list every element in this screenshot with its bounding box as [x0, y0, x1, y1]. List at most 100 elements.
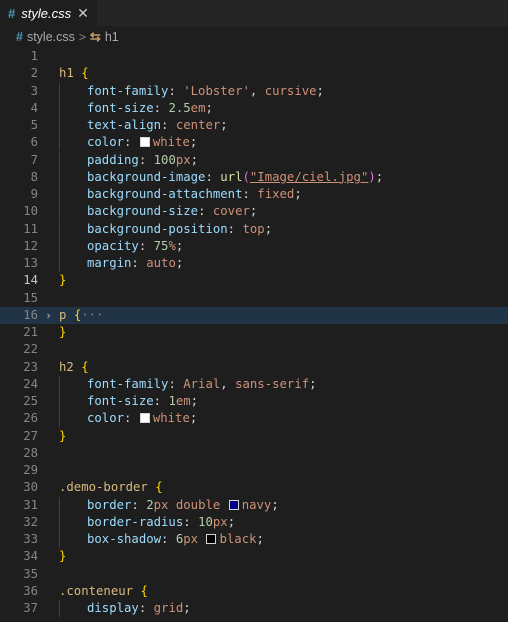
code-text: border-radius: 10px;	[59, 513, 508, 531]
line-number: 28	[23, 445, 38, 460]
code-line[interactable]: 33 box-shadow: 6px black;	[0, 531, 508, 548]
code-line[interactable]: 23 h2 {	[0, 359, 508, 376]
color-swatch[interactable]	[228, 499, 239, 510]
code-line[interactable]: 35	[0, 566, 508, 583]
code-text: }	[59, 325, 67, 339]
code-text: opacity: 75%;	[59, 237, 508, 255]
code-line[interactable]: 14}	[0, 272, 508, 289]
fold-gutter	[38, 497, 59, 514]
fold-gutter	[38, 290, 59, 307]
line-number: 7	[30, 152, 38, 167]
code-line[interactable]: 12 opacity: 75%;	[0, 237, 508, 255]
code-line[interactable]: 1	[0, 48, 508, 65]
line-number: 21	[23, 325, 38, 339]
code-line[interactable]: 4 font-size: 2.5em;	[0, 99, 508, 117]
code-text: .demo-border {	[59, 480, 163, 495]
fold-gutter	[38, 583, 59, 600]
fold-gutter	[38, 324, 59, 341]
fold-gutter	[38, 100, 59, 117]
line-number: 2	[30, 66, 38, 81]
fold-gutter	[38, 65, 59, 82]
fold-gutter	[38, 255, 59, 272]
tab-style-css[interactable]: # style.css ✕	[0, 0, 97, 26]
code-line[interactable]: 25 font-size: 1em;	[0, 393, 508, 410]
line-number: 9	[30, 187, 38, 201]
fold-gutter	[38, 203, 59, 220]
line-number: 34	[23, 549, 38, 564]
line-number: 11	[23, 221, 38, 236]
line-number: 25	[23, 394, 38, 408]
close-icon[interactable]: ✕	[77, 5, 89, 22]
fold-gutter	[38, 272, 59, 289]
code-text: h2 {	[59, 359, 89, 374]
breadcrumb-symbol[interactable]: h1	[105, 30, 119, 44]
chevron-right-icon: >	[78, 30, 86, 44]
fold-gutter	[38, 238, 59, 255]
code-line[interactable]: 22	[0, 341, 508, 358]
code-line[interactable]: 31 border: 2px double navy;	[0, 496, 508, 514]
line-number: 13	[23, 256, 38, 270]
code-line[interactable]: 24 font-family: Arial, sans-serif;	[0, 375, 508, 393]
code-text: text-align: center;	[59, 117, 508, 134]
code-line[interactable]: 32 border-radius: 10px;	[0, 513, 508, 531]
line-number: 24	[23, 376, 38, 391]
color-swatch[interactable]	[206, 534, 217, 544]
code-line[interactable]: 30 .demo-border {	[0, 479, 508, 496]
color-swatch[interactable]	[139, 413, 150, 424]
code-line[interactable]: 29	[0, 462, 508, 479]
breadcrumb: # style.css > ⇆ h1	[0, 26, 508, 48]
code-line[interactable]: 7 padding: 100px;	[0, 151, 508, 169]
fold-gutter	[38, 531, 59, 548]
code-text: }	[59, 428, 67, 443]
code-line[interactable]: 3 font-family: 'Lobster', cursive;	[0, 82, 508, 100]
code-line[interactable]: 37 display: grid;	[0, 600, 508, 617]
line-number: 10	[23, 204, 38, 219]
line-number: 23	[23, 359, 38, 374]
code-line[interactable]: 10 background-size: cover;	[0, 203, 508, 221]
breadcrumb-file[interactable]: style.css	[27, 30, 75, 44]
code-line[interactable]: 11 background-position: top;	[0, 220, 508, 238]
code-line[interactable]: 27}	[0, 428, 508, 445]
line-number: 6	[30, 135, 38, 150]
code-text: font-size: 1em;	[59, 393, 508, 410]
line-number: 36	[23, 583, 38, 598]
code-line[interactable]: 13 margin: auto;	[0, 255, 508, 272]
code-line[interactable]: 21}	[0, 324, 508, 341]
fold-gutter	[38, 376, 59, 393]
line-number: 35	[23, 566, 38, 581]
fold-gutter	[38, 548, 59, 565]
line-number: 29	[23, 463, 38, 477]
code-text: font-size: 2.5em;	[59, 99, 508, 117]
code-text: padding: 100px;	[59, 151, 508, 169]
line-number: 15	[23, 290, 38, 305]
code-line[interactable]: 15	[0, 290, 508, 307]
color-swatch[interactable]	[139, 137, 150, 148]
code-line[interactable]: 34}	[0, 548, 508, 565]
fold-gutter	[38, 479, 59, 496]
code-line[interactable]: 16 › p {···	[0, 306, 508, 324]
fold-gutter	[38, 514, 59, 531]
fold-gutter	[38, 221, 59, 238]
css-file-icon: #	[8, 5, 16, 21]
code-editor[interactable]: 1 2 h1 {3 font-family: 'Lobster', cursive; 4…	[0, 48, 508, 617]
code-line[interactable]: 5 text-align: center;	[0, 117, 508, 134]
fold-chevron-icon[interactable]: ›	[38, 307, 59, 324]
code-line[interactable]: 9 background-attachment: fixed;	[0, 186, 508, 203]
fold-gutter	[38, 152, 59, 169]
code-line[interactable]: 26 color: white;	[0, 410, 508, 428]
code-line[interactable]: 2 h1 {	[0, 65, 508, 82]
line-number: 31	[23, 497, 38, 512]
code-text: color: white;	[59, 134, 508, 152]
line-number: 8	[30, 169, 38, 184]
code-line[interactable]: 36 .conteneur {	[0, 583, 508, 600]
line-number: 22	[23, 342, 38, 357]
fold-gutter	[38, 169, 59, 186]
line-number: 3	[30, 83, 38, 98]
code-line[interactable]: 8 background-image: url("Image/ciel.jpg")…	[0, 168, 508, 186]
code-text: background-attachment: fixed;	[59, 186, 508, 203]
code-line[interactable]: 28	[0, 445, 508, 462]
fold-gutter	[38, 186, 59, 203]
code-line[interactable]: 6 color: white;	[0, 134, 508, 152]
